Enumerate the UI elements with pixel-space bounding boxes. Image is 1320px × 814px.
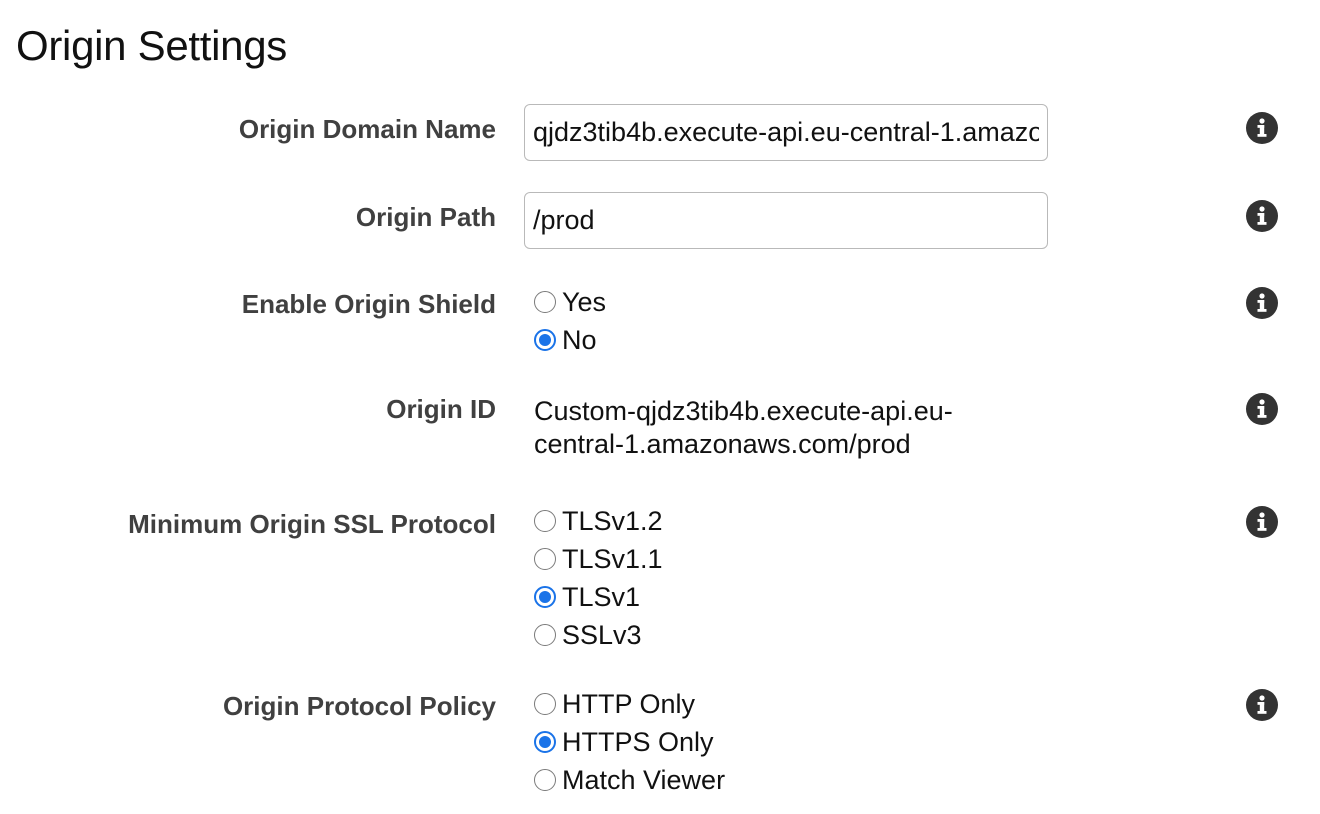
radio-label: Match Viewer [562, 765, 726, 795]
section-title: Origin Settings [16, 22, 287, 69]
info-icon[interactable] [1246, 393, 1278, 425]
radio-button[interactable] [534, 291, 556, 313]
radio-label: TLSv1.2 [562, 506, 663, 536]
radio-button[interactable] [534, 624, 556, 646]
radio-label: Yes [562, 287, 607, 317]
radio-option-match-viewer[interactable]: Match Viewer [534, 761, 725, 799]
radio-label: HTTP Only [562, 689, 696, 719]
origin-protocol-policy-label: Origin Protocol Policy [222, 691, 496, 721]
ssl-protocol-radio-group: TLSv1.2 TLSv1.1 TLSv1 SSLv3 [534, 502, 663, 654]
radio-label: SSLv3 [562, 620, 642, 650]
info-icon[interactable] [1246, 112, 1278, 144]
minimum-origin-ssl-protocol-label: Minimum Origin SSL Protocol [128, 509, 496, 539]
radio-option-http-only[interactable]: HTTP Only [534, 685, 725, 723]
enable-origin-shield-label: Enable Origin Shield [241, 289, 496, 319]
radio-option-https-only[interactable]: HTTPS Only [534, 723, 725, 761]
radio-option-no[interactable]: No [534, 321, 606, 359]
radio-option-tlsv1-2[interactable]: TLSv1.2 [534, 502, 663, 540]
origin-protocol-policy-radio-group: HTTP Only HTTPS Only Match Viewer [534, 685, 725, 799]
radio-option-yes[interactable]: Yes [534, 283, 606, 321]
info-icon[interactable] [1246, 689, 1278, 721]
radio-option-sslv3[interactable]: SSLv3 [534, 616, 663, 654]
radio-button[interactable] [534, 510, 556, 532]
radio-label: TLSv1 [562, 582, 641, 612]
info-icon[interactable] [1246, 287, 1278, 319]
origin-id-value: Custom-qjdz3tib4b.execute-api.eu-central… [534, 396, 953, 459]
radio-label: HTTPS Only [562, 727, 714, 757]
origin-path-label: Origin Path [355, 202, 496, 232]
radio-button-selected[interactable] [534, 586, 556, 608]
info-icon[interactable] [1246, 506, 1278, 538]
radio-label: TLSv1.1 [562, 544, 663, 574]
origin-domain-name-label: Origin Domain Name [238, 114, 496, 144]
origin-domain-name-input[interactable] [524, 104, 1048, 161]
origin-path-input[interactable] [524, 192, 1048, 249]
radio-button[interactable] [534, 693, 556, 715]
radio-button-selected[interactable] [534, 329, 556, 351]
radio-option-tlsv1-1[interactable]: TLSv1.1 [534, 540, 663, 578]
radio-button[interactable] [534, 769, 556, 791]
info-icon[interactable] [1246, 200, 1278, 232]
origin-settings-panel: Origin Settings Origin Domain Name Origi… [0, 0, 1320, 814]
radio-button[interactable] [534, 548, 556, 570]
radio-button-selected[interactable] [534, 731, 556, 753]
radio-label: No [562, 325, 597, 355]
radio-option-tlsv1[interactable]: TLSv1 [534, 578, 663, 616]
enable-origin-shield-radio-group: Yes No [534, 283, 606, 359]
origin-id-label: Origin ID [386, 394, 496, 424]
